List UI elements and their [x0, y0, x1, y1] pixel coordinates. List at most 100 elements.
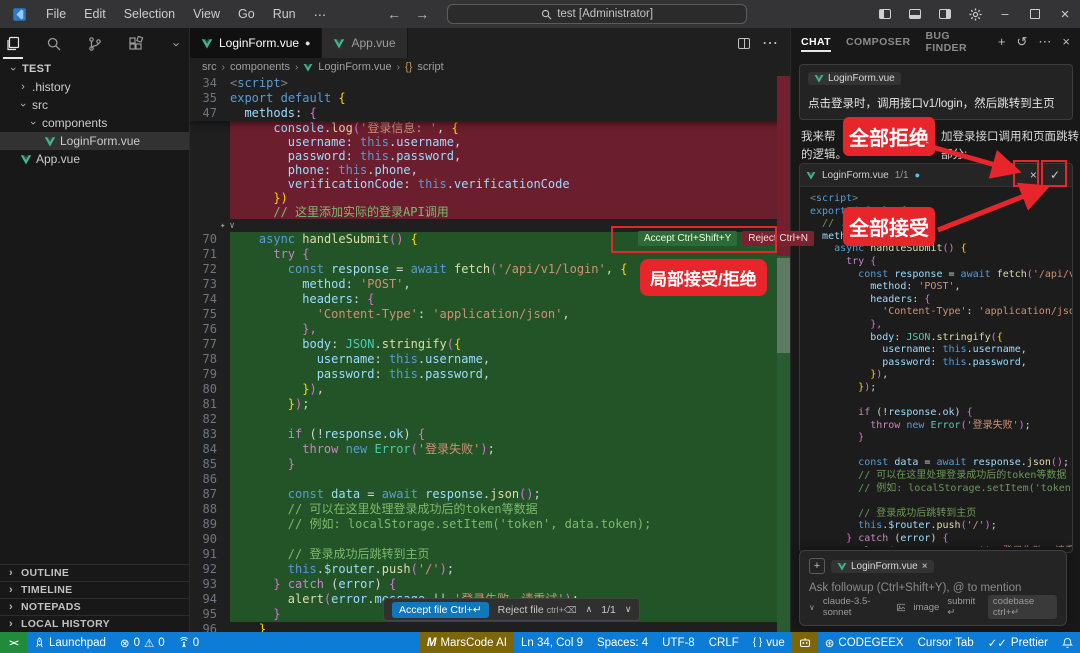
reject-file-button[interactable]: Reject file ctrl+⌫ — [498, 604, 577, 616]
chat-code-header: LoginForm.vue 1/1 ● × ✓ — [800, 164, 1072, 187]
toggle-sidebar-icon[interactable] — [870, 0, 900, 28]
menu-run[interactable]: Run — [264, 0, 305, 28]
tree-item-components[interactable]: › components — [0, 114, 189, 132]
attach-image-button[interactable]: image — [913, 602, 939, 613]
toggle-secondary-sidebar-icon[interactable] — [930, 0, 960, 28]
section-local-history[interactable]: ›LOCAL HISTORY — [0, 615, 189, 632]
ports-item[interactable]: 0 — [172, 632, 206, 653]
vue-file-icon — [303, 62, 313, 73]
chat-panel-header: CHAT COMPOSER BUG FINDER + ↺ ⋯ × — [791, 28, 1080, 56]
overview-ruler-scrollbar[interactable] — [777, 76, 790, 632]
model-selector[interactable]: claude-3.5-sonnet — [823, 596, 889, 618]
tab-app-vue[interactable]: App.vue — [322, 28, 407, 58]
explorer-icon[interactable] — [1, 30, 25, 58]
add-context-button[interactable]: + — [809, 558, 825, 574]
diff-added-block: 70 async handleSubmit() {71 try {72 cons… — [190, 232, 790, 622]
section-timeline[interactable]: ›TIMELINE — [0, 581, 189, 598]
activity-bar: › — [0, 28, 189, 60]
source-control-icon[interactable] — [83, 30, 107, 58]
tree-root-test[interactable]: › TEST — [0, 60, 189, 78]
radio-tower-icon — [179, 637, 189, 648]
indentation-item[interactable]: Spaces: 4 — [590, 632, 655, 653]
section-notepads[interactable]: ›NOTEPADS — [0, 598, 189, 615]
cursor-position-item[interactable]: Ln 34, Col 9 — [514, 632, 590, 653]
menu-more[interactable]: ⋯ — [305, 0, 336, 28]
chat-code-content: <script>export default { // ... methods:… — [800, 187, 1072, 547]
editor-more-actions-icon[interactable]: ⋯ — [762, 33, 778, 53]
activity-more-chevron-icon[interactable]: › — [165, 30, 189, 58]
tree-item-appvue[interactable]: App.vue — [0, 150, 189, 168]
remove-context-icon[interactable]: × — [922, 561, 928, 572]
accept-file-button[interactable]: Accept file Ctrl+↵ — [392, 602, 489, 618]
vue-file-icon — [806, 170, 816, 181]
user-message-text: 点击登录时，调用接口v1/login，然后跳转到主页 — [808, 95, 1064, 111]
minimize-button[interactable]: – — [990, 0, 1020, 28]
breadcrumb[interactable]: src› components› LoginForm.vue› {} scrip… — [190, 58, 790, 76]
scrollbar-thumb[interactable] — [777, 258, 790, 353]
menu-view[interactable]: View — [184, 0, 229, 28]
menu-go[interactable]: Go — [229, 0, 264, 28]
reject-all-icon[interactable]: × — [1030, 168, 1037, 182]
chat-input-placeholder[interactable]: Ask followup (Ctrl+Shift+Y), @ to mentio… — [809, 582, 1057, 594]
tree-item-loginform[interactable]: LoginForm.vue — [0, 132, 189, 150]
tab-label: App.vue — [351, 36, 395, 50]
context-file-chip[interactable]: LoginForm.vue — [808, 72, 901, 85]
tab-chat[interactable]: CHAT — [801, 28, 831, 56]
root-folder-label: TEST — [22, 63, 51, 75]
chat-more-icon[interactable]: ⋯ — [1038, 34, 1051, 50]
tab-loginform-vue[interactable]: LoginForm.vue ● — [190, 28, 322, 58]
ai-assistant-item[interactable] — [792, 632, 818, 653]
tree-item-history[interactable]: › .history — [0, 78, 189, 96]
diff-gutter-widget[interactable]: ✦ ∨ — [190, 219, 790, 232]
settings-gear-icon[interactable] — [960, 0, 990, 28]
menu-edit[interactable]: Edit — [75, 0, 115, 28]
warning-icon: ⚠ — [144, 636, 154, 650]
section-outline[interactable]: ›OUTLINE — [0, 564, 189, 581]
chat-history-icon[interactable]: ↺ — [1017, 34, 1028, 50]
file-explorer-tree: › TEST › .history › src › components Log… — [0, 60, 189, 168]
marscode-ai-item[interactable]: M MarsCode AI — [420, 632, 514, 653]
vue-file-icon — [333, 38, 345, 49]
title-bar: File Edit Selection View Go Run ⋯ ← → te… — [0, 0, 1080, 28]
codegeex-item[interactable]: ⊛ CODEGEEX — [818, 632, 911, 653]
tab-composer[interactable]: COMPOSER — [846, 28, 910, 56]
code-editor[interactable]: 34<script>35export default {47 methods: … — [190, 76, 790, 632]
chat-input-card[interactable]: + LoginForm.vue × Ask followup (Ctrl+Shi… — [799, 550, 1067, 626]
language-mode-item[interactable]: { } vue — [746, 632, 792, 653]
input-context-chip[interactable]: LoginForm.vue × — [831, 560, 934, 573]
maximize-button[interactable] — [1020, 0, 1050, 28]
launchpad-item[interactable]: Launchpad — [27, 632, 113, 653]
editor-area: LoginForm.vue ● App.vue ⋯ src› component… — [190, 28, 790, 632]
tab-bug-finder[interactable]: BUG FINDER — [925, 28, 982, 56]
sticky-scroll-lines[interactable]: 34<script>35export default {47 methods: … — [190, 76, 790, 121]
command-search-box[interactable]: test [Administrator] — [447, 4, 747, 24]
codebase-button[interactable]: codebase ctrl+↵ — [988, 595, 1057, 619]
prettier-item[interactable]: ✓✓ Prettier — [981, 632, 1055, 653]
menu-file[interactable]: File — [37, 0, 75, 28]
search-sidebar-icon[interactable] — [42, 30, 66, 58]
remote-indicator[interactable]: >< — [0, 632, 27, 653]
modified-dot-icon[interactable]: ● — [305, 38, 310, 48]
toggle-panel-icon[interactable] — [900, 0, 930, 28]
prev-diff-icon[interactable]: ∧ — [586, 604, 593, 615]
vue-file-icon — [44, 136, 56, 147]
tree-item-src[interactable]: › src — [0, 96, 189, 114]
nav-forward-icon[interactable]: → — [415, 6, 429, 22]
extensions-icon[interactable] — [124, 30, 148, 58]
new-chat-icon[interactable]: + — [998, 34, 1006, 50]
submit-button[interactable]: submit ↵ — [947, 596, 980, 618]
split-editor-icon[interactable] — [738, 38, 750, 49]
notifications-bell-item[interactable] — [1055, 632, 1080, 653]
chat-close-icon[interactable]: × — [1062, 34, 1070, 50]
encoding-item[interactable]: UTF-8 — [655, 632, 702, 653]
eol-item[interactable]: CRLF — [702, 632, 746, 653]
problems-item[interactable]: ⊗ 0 ⚠ 0 — [113, 632, 172, 653]
nav-back-icon[interactable]: ← — [387, 6, 401, 22]
menu-selection[interactable]: Selection — [115, 0, 184, 28]
accept-all-icon[interactable]: ✓ — [1050, 168, 1060, 182]
cursor-tab-item[interactable]: Cursor Tab — [911, 632, 981, 653]
next-diff-icon[interactable]: ∨ — [625, 604, 632, 615]
diff-deleted-block: console.log('登录信息: ', { username: this.u… — [190, 121, 790, 219]
file-accept-reject-widget: Accept file Ctrl+↵ Reject file ctrl+⌫ ∧ … — [383, 598, 640, 621]
close-button[interactable]: × — [1050, 0, 1080, 28]
